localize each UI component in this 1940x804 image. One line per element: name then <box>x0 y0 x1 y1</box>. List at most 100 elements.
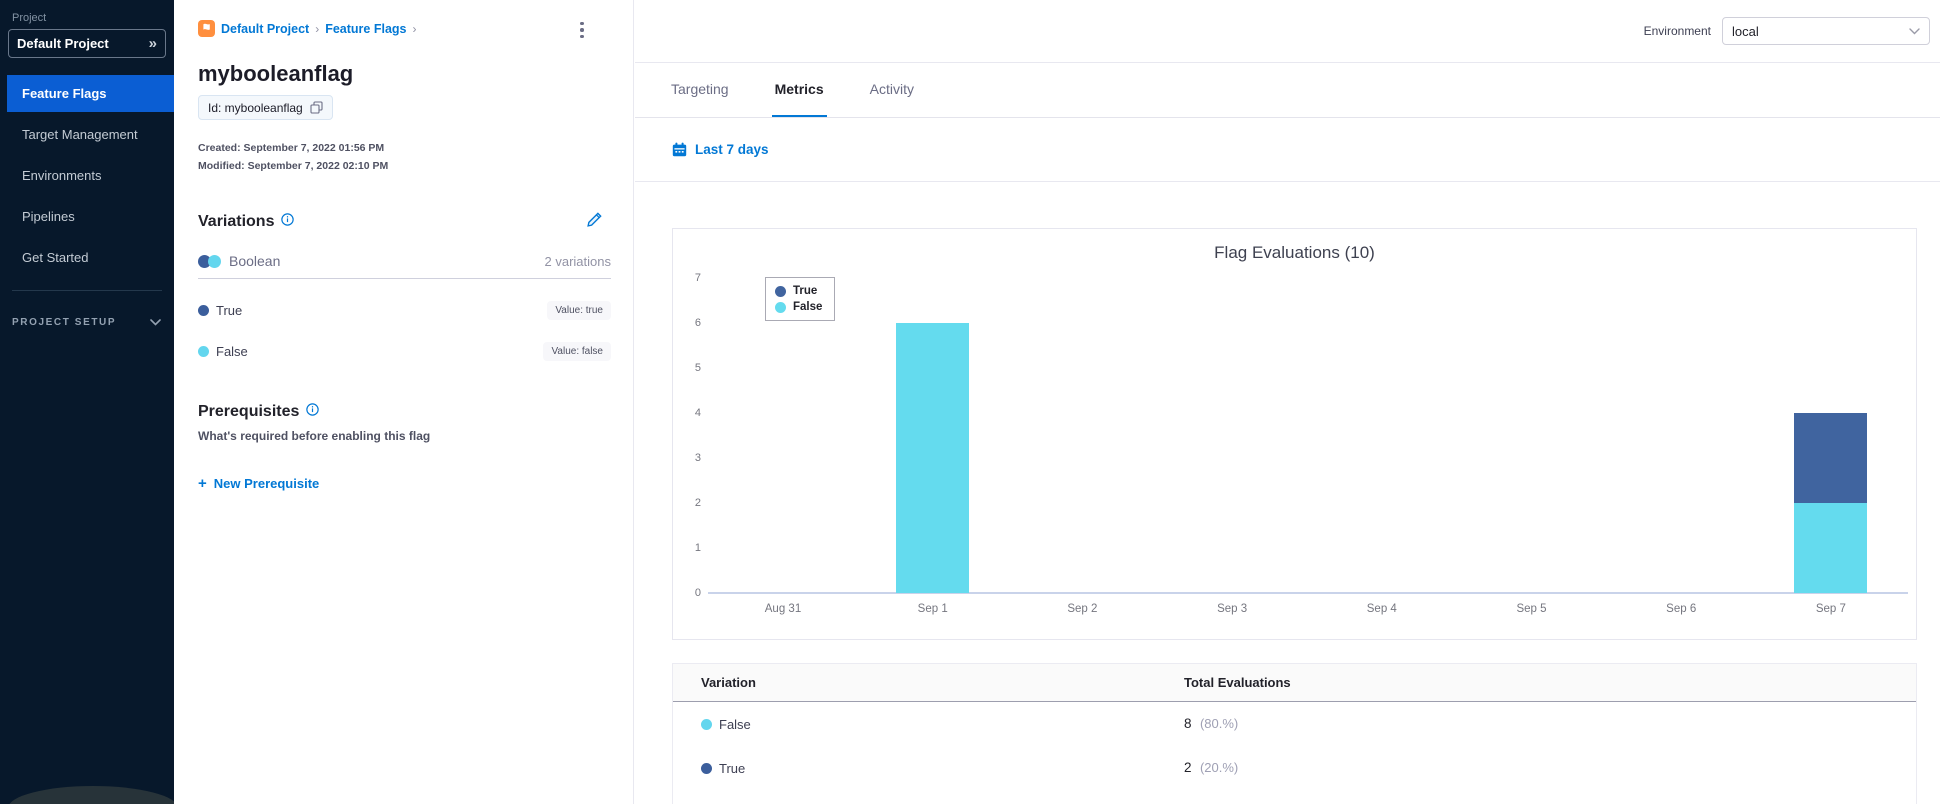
copy-icon[interactable] <box>310 101 323 114</box>
environment-select[interactable]: local <box>1722 17 1930 45</box>
chevron-down-icon <box>150 313 161 331</box>
legend-dot <box>775 301 786 313</box>
breadcrumb-separator: › <box>412 21 417 36</box>
sidebar-item-feature-flags[interactable]: Feature Flags <box>7 75 174 112</box>
x-axis-label: Aug 31 <box>764 603 802 615</box>
flag-id-chip: Id: mybooleanflag <box>198 95 333 120</box>
table-row-false: False 8 (80.%) <box>673 702 1916 746</box>
evaluations-table: Variation Total Evaluations False 8 (80.… <box>672 663 1917 804</box>
variation-true-value: Value: true <box>547 301 611 320</box>
flag-id-text: Id: mybooleanflag <box>208 100 303 115</box>
variation-type-label: Boolean <box>229 253 281 269</box>
info-icon[interactable] <box>281 213 295 231</box>
column-header-variation: Variation <box>701 675 756 690</box>
main-content: Environment local Targeting Metrics Acti… <box>635 0 1940 804</box>
y-axis-tick: 1 <box>694 542 701 554</box>
variation-false-name: False <box>216 344 248 359</box>
bar-false-sep-1 <box>896 323 970 593</box>
table-true-total: 2 <box>1184 760 1192 775</box>
x-axis-label: Sep 4 <box>1366 603 1397 615</box>
y-axis-tick: 0 <box>694 587 701 599</box>
environment-label: Environment <box>1643 24 1711 38</box>
project-selector-value: Default Project <box>17 36 109 51</box>
flag-created-text: Created: September 7, 2022 01:56 PM <box>198 142 385 154</box>
flag-options-menu-button[interactable] <box>571 18 593 42</box>
project-selector[interactable]: Default Project » <box>8 29 166 58</box>
breadcrumb-separator: › <box>315 21 320 36</box>
variation-true-dot <box>701 762 712 774</box>
y-axis-tick: 4 <box>694 407 701 419</box>
table-true-percent: (20.%) <box>1199 760 1239 775</box>
bar-false-sep-7 <box>1794 503 1868 593</box>
table-false-percent: (80.%) <box>1199 716 1239 731</box>
x-axis-line <box>708 592 1908 594</box>
table-false-label: False <box>719 716 751 732</box>
double-chevron-icon: » <box>148 35 157 52</box>
help-blob <box>8 786 178 804</box>
date-filter-bar: Last 7 days <box>635 118 1940 182</box>
project-label: Project <box>12 12 47 24</box>
legend-label: True <box>793 285 818 297</box>
sidebar-item-get-started[interactable]: Get Started <box>0 239 174 276</box>
boolean-type-icon <box>198 254 221 268</box>
flag-detail-panel: Default Project › Feature Flags › mybool… <box>174 0 634 804</box>
variations-title: Variations <box>198 213 275 230</box>
plus-icon: + <box>198 475 207 492</box>
breadcrumb-link-default-project[interactable]: Default Project <box>221 22 309 36</box>
tab-metrics[interactable]: Metrics <box>771 63 827 117</box>
variation-count: 2 variations <box>544 253 611 269</box>
calendar-icon <box>672 142 687 157</box>
prerequisites-section: Prerequisites What's required before ena… <box>198 403 611 492</box>
x-axis-label: Sep 1 <box>917 603 948 615</box>
flag-title: mybooleanflag <box>198 61 354 86</box>
prerequisites-subtitle: What's required before enabling this fla… <box>198 429 431 443</box>
legend-label: False <box>793 301 823 313</box>
x-axis-label: Sep 7 <box>1815 603 1846 615</box>
sidebar: Project Default Project » Feature Flags … <box>0 0 178 804</box>
variations-divider <box>198 278 611 279</box>
variation-false-dot <box>701 718 712 730</box>
x-axis-label: Sep 6 <box>1666 603 1697 615</box>
variation-true-name: True <box>216 303 243 318</box>
table-false-total: 8 <box>1184 716 1192 731</box>
tab-activity[interactable]: Activity <box>867 63 917 117</box>
sidebar-nav: Feature Flags Target Management Environm… <box>0 75 174 276</box>
tab-targeting[interactable]: Targeting <box>668 63 732 117</box>
x-axis-label: Sep 3 <box>1217 603 1248 615</box>
flag-modified-text: Modified: September 7, 2022 02:10 PM <box>198 160 389 172</box>
new-prerequisite-button[interactable]: + New Prerequisite <box>198 475 611 492</box>
sidebar-item-pipelines[interactable]: Pipelines <box>0 198 174 235</box>
variation-true-dot <box>198 305 209 316</box>
app-window: Project Default Project » Feature Flags … <box>0 0 1940 804</box>
table-header-row: Variation Total Evaluations <box>673 664 1916 702</box>
variation-false-dot <box>198 346 209 357</box>
y-axis-tick: 2 <box>694 497 701 509</box>
legend-dot <box>775 285 786 297</box>
sidebar-divider <box>12 290 162 291</box>
evaluations-chart-card: Flag Evaluations (10) True False 01234567… <box>672 228 1917 640</box>
feature-flag-icon <box>198 20 215 37</box>
table-row-true: True 2 (20.%) <box>673 746 1916 790</box>
prerequisites-title: Prerequisites <box>198 403 300 420</box>
breadcrumb-link-feature-flags[interactable]: Feature Flags <box>325 22 406 36</box>
y-axis-tick: 6 <box>694 317 701 329</box>
sidebar-section-project-setup[interactable]: PROJECT SETUP <box>12 313 174 331</box>
y-axis-tick: 7 <box>694 272 701 284</box>
table-true-label: True <box>719 760 746 776</box>
tab-bar: Targeting Metrics Activity <box>635 63 1940 118</box>
environment-bar: Environment local <box>635 0 1940 63</box>
info-icon[interactable] <box>306 403 320 421</box>
sidebar-item-environments[interactable]: Environments <box>0 157 174 194</box>
project-setup-label: PROJECT SETUP <box>12 316 117 328</box>
chevron-down-icon <box>1909 22 1920 40</box>
date-range-button[interactable]: Last 7 days <box>672 142 769 157</box>
sidebar-item-target-management[interactable]: Target Management <box>0 116 174 153</box>
edit-variations-button[interactable] <box>586 211 603 233</box>
column-header-total-evaluations: Total Evaluations <box>1184 675 1291 690</box>
legend-item-true: True <box>775 283 822 299</box>
y-axis-tick: 5 <box>694 362 701 374</box>
environment-value: local <box>1732 23 1759 39</box>
variation-row-false: False Value: false <box>198 342 611 361</box>
chart-legend: True False <box>765 277 836 321</box>
y-axis-tick: 3 <box>694 452 701 464</box>
